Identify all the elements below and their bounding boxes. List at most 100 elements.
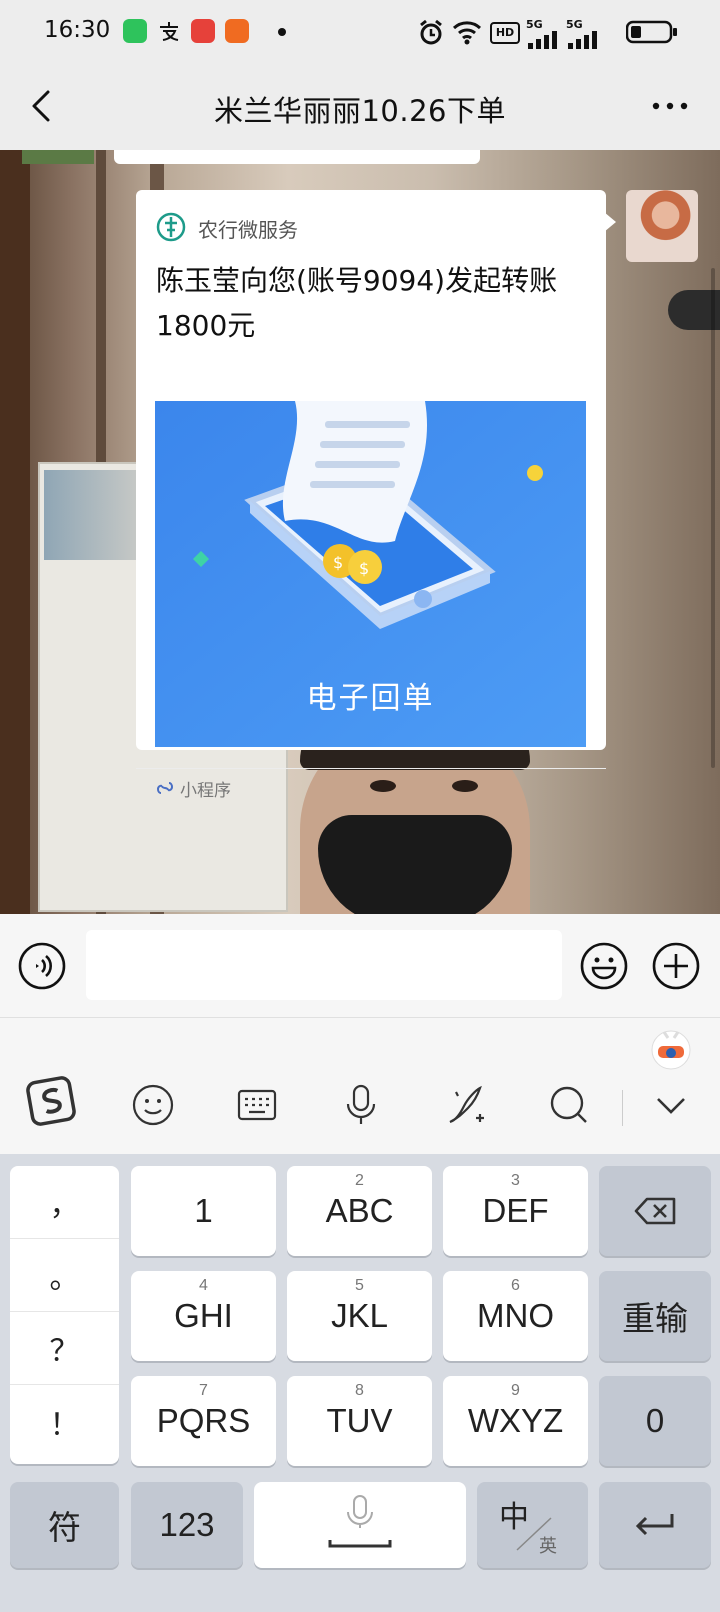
ime-mascot-icon[interactable] <box>650 1026 692 1070</box>
key-label: TUV <box>326 1402 393 1439</box>
key-label: JKL <box>331 1297 388 1334</box>
bubble-tail <box>604 212 616 232</box>
key-label: GHI <box>174 1297 233 1334</box>
key-0[interactable]: 0 <box>599 1376 711 1466</box>
signal-icon: 5G <box>566 18 600 49</box>
card-cover-image: $ $ 电子回单 <box>155 401 586 747</box>
previous-message-bubble[interactable] <box>114 150 480 164</box>
app-notification-icon <box>225 19 249 43</box>
space-voice-icon <box>328 1495 392 1548</box>
voice-input-icon[interactable] <box>18 942 66 990</box>
key-number: 7 <box>199 1382 208 1399</box>
card-image-caption: 电子回单 <box>306 681 435 716</box>
microphone-icon[interactable] <box>338 1082 384 1128</box>
key-5-jkl[interactable]: 5 JKL <box>287 1271 432 1361</box>
sogou-logo-icon[interactable] <box>26 1074 78 1126</box>
background-photo <box>370 780 396 792</box>
emoji-panel-icon[interactable] <box>130 1082 176 1128</box>
message-input[interactable] <box>86 930 562 1000</box>
backspace-key[interactable] <box>599 1166 711 1256</box>
symbol-key[interactable]: 符 <box>10 1482 119 1568</box>
background-photo <box>452 780 478 792</box>
more-icon[interactable] <box>650 96 690 116</box>
message-input-bar <box>0 914 720 1018</box>
more-notifications-dot <box>278 28 286 36</box>
ime-toolbar <box>0 1018 720 1154</box>
key-6-mno[interactable]: 6 MNO <box>443 1271 588 1361</box>
collapse-keyboard-icon[interactable] <box>648 1082 694 1128</box>
handwriting-icon[interactable] <box>442 1082 488 1128</box>
number-mode-key[interactable]: 123 <box>131 1482 243 1568</box>
punctuation-column[interactable]: ， 。 ？ ！ <box>10 1166 119 1464</box>
key-7-pqrs[interactable]: 7 PQRS <box>131 1376 276 1466</box>
key-label: ABC <box>325 1192 394 1229</box>
background-photo <box>318 815 512 914</box>
key-9-wxyz[interactable]: 9 WXYZ <box>443 1376 588 1466</box>
key-8-tuv[interactable]: 8 TUV <box>287 1376 432 1466</box>
avatar[interactable] <box>626 190 698 262</box>
chat-header: 米兰华丽丽10.26下单 <box>0 64 720 150</box>
key-label: 0 <box>645 1402 665 1439</box>
key-question[interactable]: ？ <box>10 1312 119 1385</box>
key-label: 符 <box>48 1509 81 1546</box>
abc-bank-logo-icon <box>156 212 186 242</box>
scrollbar[interactable] <box>711 268 715 768</box>
wifi-icon <box>452 21 482 45</box>
key-4-ghi[interactable]: 4 GHI <box>131 1271 276 1361</box>
status-bar: 16:30 HD 5G 5G <box>0 0 720 64</box>
key-label: DEF <box>482 1192 549 1229</box>
key-label-english: 英 <box>539 1536 557 1556</box>
key-number: 9 <box>511 1382 520 1399</box>
svg-text:$: $ <box>333 553 343 572</box>
search-icon[interactable] <box>546 1082 592 1128</box>
card-source-name: 农行微服务 <box>198 218 298 242</box>
keyboard: ， 。 ？ ！ 1 2 ABC 3 DEF 4 GHI 5 JKL 6 MNO … <box>0 1154 720 1612</box>
key-1[interactable]: 1 <box>131 1166 276 1256</box>
toolbar-divider <box>622 1090 623 1126</box>
retype-key[interactable]: 重输 <box>599 1271 711 1361</box>
chat-area[interactable]: 农行微服务 陈玉莹向您(账号9094)发起转账1800元 $ $ 电子回单 小程… <box>0 150 720 914</box>
key-number: 3 <box>511 1172 520 1189</box>
network-type-label: 5G <box>526 18 543 31</box>
enter-icon <box>635 1514 674 1536</box>
network-type-label: 5G <box>566 18 583 31</box>
key-2-abc[interactable]: 2 ABC <box>287 1166 432 1256</box>
alarm-icon <box>420 19 442 45</box>
hd-badge: HD <box>490 22 520 44</box>
enter-key[interactable] <box>599 1482 711 1568</box>
mini-program-label: 小程序 <box>180 781 231 801</box>
chat-title: 米兰华丽丽10.26下单 <box>213 94 507 128</box>
key-label: 1 <box>194 1192 213 1229</box>
language-switch-key[interactable]: 中 英 <box>477 1482 588 1568</box>
battery-icon <box>626 20 677 44</box>
space-key[interactable] <box>254 1482 466 1568</box>
key-label: 123 <box>159 1506 215 1543</box>
key-label: MNO <box>477 1297 554 1334</box>
previous-message-thumbnail[interactable] <box>22 150 94 164</box>
key-number: 2 <box>355 1172 364 1189</box>
backspace-icon <box>634 1197 676 1225</box>
key-label: PQRS <box>156 1402 251 1439</box>
keyboard-layout-icon[interactable] <box>234 1082 280 1128</box>
alipay-notification-icon <box>157 19 181 43</box>
add-attachment-icon[interactable] <box>652 942 700 990</box>
key-exclamation[interactable]: ！ <box>10 1385 119 1458</box>
status-time: 16:30 <box>44 17 111 43</box>
emoji-icon[interactable] <box>580 942 628 990</box>
key-number: 5 <box>355 1277 364 1294</box>
key-label: WXYZ <box>467 1402 564 1439</box>
card-divider <box>136 768 606 769</box>
key-number: 4 <box>199 1277 208 1294</box>
key-number: 8 <box>355 1382 364 1399</box>
app-notification-icon <box>191 19 215 43</box>
card-title: 陈玉莹向您(账号9094)发起转账1800元 <box>156 264 558 342</box>
mini-program-icon <box>156 782 174 794</box>
background-photo <box>0 150 30 914</box>
key-number: 6 <box>511 1277 520 1294</box>
key-3-def[interactable]: 3 DEF <box>443 1166 588 1256</box>
key-period[interactable]: 。 <box>10 1239 119 1312</box>
wechat-notification-icon <box>123 19 147 43</box>
key-comma[interactable]: ， <box>10 1166 119 1239</box>
key-label: 重输 <box>622 1300 688 1337</box>
mini-program-card[interactable]: 农行微服务 陈玉莹向您(账号9094)发起转账1800元 $ $ 电子回单 小程… <box>136 190 606 801</box>
